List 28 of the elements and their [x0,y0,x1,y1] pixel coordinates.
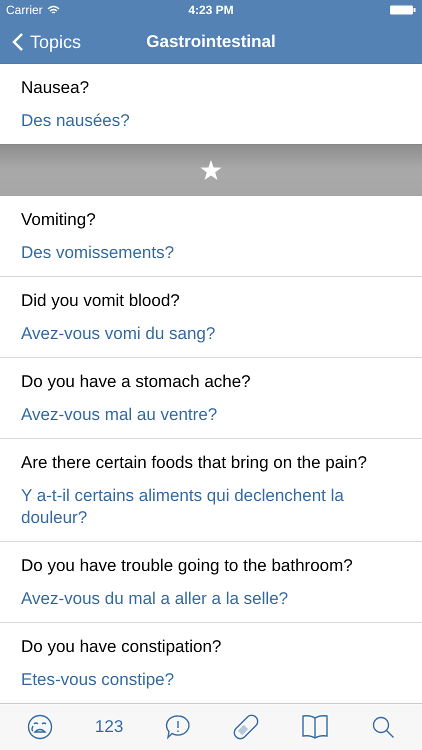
french-phrase: Des vomissements? [21,242,176,264]
battery-icon [390,5,416,15]
star-icon [200,160,222,180]
book-icon[interactable] [301,714,330,740]
back-button[interactable]: Topics [0,28,82,56]
english-phrase: Vomiting? [21,209,97,231]
french-phrase: Y a-t-il certains aliments qui declenchent la douleur? [21,485,345,529]
numbers-tab[interactable]: 123 [94,714,124,740]
english-phrase: Are there certain foods that bring on the pain? [21,452,368,474]
french-phrase: Avez-vous vomi du sang? [21,323,216,345]
screen-title: Gastrointestinal [146,31,276,54]
french-phrase: Avez-vous mal au ventre? [21,404,218,426]
carrier-label: Carrier [6,2,43,19]
english-phrase: Did you vomit blood? [21,290,181,312]
pill-icon[interactable] [233,714,260,740]
back-chevron-icon [12,32,24,52]
wifi-icon [46,5,60,15]
search-icon[interactable] [371,715,396,739]
french-phrase: Etes-vous constipe? [21,669,176,691]
english-phrase: Nausea? [21,77,90,99]
french-phrase: Des nausées? [21,110,131,132]
english-phrase: Do you have trouble going to the bathroom? [21,555,354,577]
crying-face-icon[interactable] [26,714,53,740]
speech-bubble-icon[interactable] [165,714,192,740]
french-phrase: Avez-vous du mal a aller a la selle? [21,588,290,610]
english-phrase: Do you have constipation? [21,636,222,658]
status-time: 4:23 PM [188,2,234,19]
english-phrase: Do you have a stomach ache? [21,371,252,393]
